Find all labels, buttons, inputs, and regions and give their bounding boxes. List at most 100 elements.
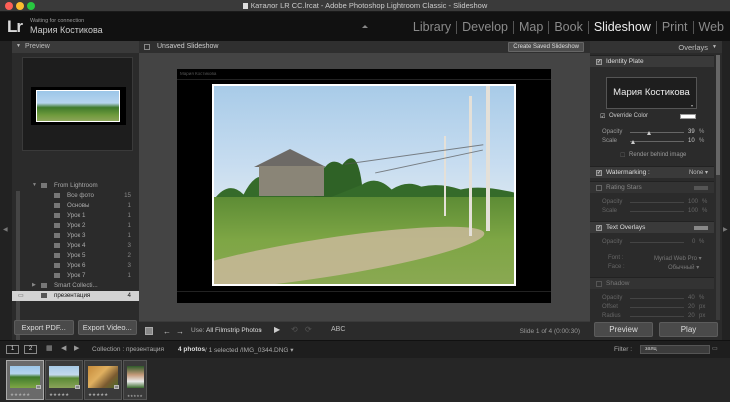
- filmstrip-thumbnail[interactable]: ★★★★★: [84, 360, 122, 400]
- collection-set-smart[interactable]: ▶ Smart Collecti...: [12, 281, 139, 291]
- preview-image: [36, 90, 120, 122]
- filmstrip-thumbnail[interactable]: ★★★★★: [45, 360, 83, 400]
- opacity-slider-knob[interactable]: [647, 131, 651, 135]
- filmstrip-thumbnail[interactable]: ★★★★★: [123, 360, 147, 400]
- collapse-top-panel-icon[interactable]: [362, 25, 368, 28]
- identity-plate-checkbox[interactable]: ✓: [596, 59, 602, 65]
- right-panel-edge[interactable]: ▶: [722, 41, 730, 340]
- slideshow-menu-icon[interactable]: [144, 44, 150, 50]
- filmstrip-source[interactable]: Collection : презентация: [92, 346, 164, 353]
- collection-item[interactable]: Основы 1: [12, 201, 139, 211]
- rating-stars-section: Rating Stars: [590, 181, 714, 193]
- guide-line-top[interactable]: [177, 79, 551, 80]
- watermarking-checkbox[interactable]: ✓: [596, 170, 602, 176]
- selection-info[interactable]: / 1 selected /IMG_0344.DNG ▾: [205, 346, 294, 354]
- scale-value[interactable]: 10: [688, 138, 695, 144]
- next-slide-icon[interactable]: →: [176, 327, 184, 336]
- rs-scale-slider: [630, 211, 684, 212]
- sh-opacity-label: Opacity: [602, 295, 623, 301]
- overlays-header[interactable]: Overlays ▼: [590, 41, 722, 53]
- right-panel-scrollbar[interactable]: [716, 55, 720, 320]
- slide-editor: Unsaved Slideshow Create Saved Slideshow…: [139, 41, 590, 340]
- add-text-button[interactable]: ABC: [331, 326, 345, 333]
- stop-button[interactable]: [145, 327, 153, 335]
- forward-arrow-icon[interactable]: ▶: [74, 344, 79, 352]
- collapse-left-panel-icon[interactable]: ◀: [3, 226, 8, 233]
- override-color-checkbox[interactable]: ☑: [600, 113, 605, 120]
- collection-count: 3: [127, 242, 131, 249]
- render-behind-checkbox[interactable]: ☐: [620, 152, 625, 159]
- left-panel: ▼ Preview ▼ From Lightroom Все фото 15 Ос…: [12, 41, 139, 351]
- collection-icon: [54, 203, 60, 208]
- module-develop[interactable]: Develop: [457, 21, 514, 34]
- collection-item[interactable]: Урок 1 1: [12, 211, 139, 221]
- collection-set-from-lightroom[interactable]: ▼ From Lightroom: [12, 181, 139, 191]
- font-dropdown: Myriad Web Pro ▾: [654, 256, 702, 262]
- secondary-window-button[interactable]: 2: [24, 345, 37, 354]
- opacity-value[interactable]: 39: [688, 129, 695, 135]
- collection-item[interactable]: Урок 2 1: [12, 221, 139, 231]
- watermark-dropdown[interactable]: None ▾: [689, 169, 708, 176]
- back-arrow-icon[interactable]: ◀: [61, 344, 66, 352]
- scale-slider-knob[interactable]: [631, 140, 635, 144]
- identity-plate-name[interactable]: Мария Костикова: [30, 25, 103, 35]
- collection-item[interactable]: Урок 7 1: [12, 271, 139, 281]
- create-saved-slideshow-button[interactable]: Create Saved Slideshow: [508, 42, 584, 52]
- module-library[interactable]: Library: [408, 21, 458, 34]
- collection-item[interactable]: Урок 3 1: [12, 231, 139, 241]
- filmstrip-thumbnail-selected[interactable]: ★★★★★: [6, 360, 44, 400]
- grid-view-icon[interactable]: ▦: [46, 344, 53, 352]
- face-label: Face :: [608, 264, 625, 270]
- previous-slide-icon[interactable]: ←: [163, 327, 171, 336]
- module-bar: Lr Waiting for connection Мария Костиков…: [0, 12, 730, 41]
- collection-item[interactable]: Урок 6 3: [12, 261, 139, 271]
- scrollbar-thumb[interactable]: [716, 55, 720, 175]
- window-title-text: Каталог LR CC.lrcat - Adobe Photoshop Li…: [250, 1, 488, 10]
- filter-dropdown[interactable]: заяц: [640, 345, 710, 354]
- override-color-swatch[interactable]: [680, 114, 696, 119]
- use-dropdown[interactable]: All Filmstrip Photos: [206, 327, 262, 334]
- slide-stage[interactable]: Мария Костикова: [177, 69, 551, 303]
- module-print[interactable]: Print: [657, 21, 694, 34]
- primary-window-button[interactable]: 1: [6, 345, 19, 354]
- text-overlays-checkbox[interactable]: ✓: [596, 225, 602, 231]
- rating-stars-color[interactable]: [694, 186, 708, 190]
- collection-item-selected[interactable]: ▭ презентация 4: [12, 291, 139, 301]
- stage-identity-plate[interactable]: Мария Костикова: [180, 71, 216, 76]
- play-button[interactable]: Play: [659, 322, 718, 337]
- text-overlays-color[interactable]: [694, 226, 708, 230]
- use-dropdown-chevron-icon[interactable]: ▾: [259, 328, 262, 334]
- plate-dropdown-chevron-icon[interactable]: ▾: [691, 103, 693, 108]
- rs-scale-value: 100: [688, 208, 699, 214]
- module-slideshow[interactable]: Slideshow: [589, 21, 657, 34]
- identity-plate-section: ✓ Identity Plate: [590, 55, 714, 67]
- collection-label: Урок 3: [67, 232, 86, 239]
- collection-item[interactable]: Все фото 15: [12, 191, 139, 201]
- slide-photo[interactable]: [212, 84, 516, 286]
- module-web[interactable]: Web: [694, 21, 726, 34]
- left-panel-edge[interactable]: ◀: [0, 41, 12, 340]
- collection-count: 15: [124, 192, 131, 199]
- collapse-right-panel-icon[interactable]: ▶: [723, 226, 728, 233]
- slideshow-toolbar: ← → Use: All Filmstrip Photos ▾ ▶ ⟲ ⟳ AB…: [139, 321, 590, 340]
- disclosure-triangle-icon[interactable]: ▶: [32, 282, 36, 288]
- play-icon[interactable]: ▶: [274, 325, 280, 334]
- export-video-button[interactable]: Export Video...: [77, 320, 137, 335]
- disclosure-triangle-icon[interactable]: ▼: [32, 182, 37, 188]
- identity-plate-preview[interactable]: Мария Костикова: [606, 77, 697, 109]
- guide-line-bottom[interactable]: [177, 291, 551, 292]
- collection-item[interactable]: Урок 5 2: [12, 251, 139, 261]
- module-book[interactable]: Book: [549, 21, 589, 34]
- opacity-slider[interactable]: [630, 132, 684, 133]
- scale-slider[interactable]: [630, 141, 684, 142]
- export-pdf-button[interactable]: Export PDF...: [14, 320, 74, 335]
- preview-button[interactable]: Preview: [594, 322, 653, 337]
- module-map[interactable]: Map: [514, 21, 550, 34]
- filter-lock-icon[interactable]: ▭: [712, 345, 718, 352]
- rating-stars-checkbox[interactable]: [596, 185, 602, 191]
- preview-slide-frame: [31, 87, 126, 125]
- sh-offset-label: Offset: [602, 304, 618, 310]
- preview-panel-header[interactable]: ▼ Preview: [12, 41, 139, 53]
- collection-item[interactable]: Урок 4 3: [12, 241, 139, 251]
- document-icon: [242, 3, 248, 9]
